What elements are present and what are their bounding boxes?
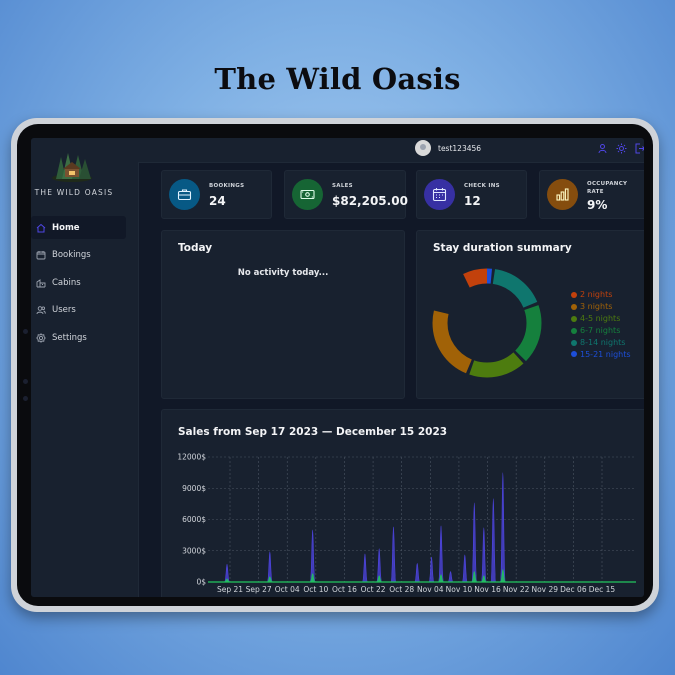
today-title: Today: [178, 242, 213, 254]
sales-area-peak: [362, 553, 368, 583]
y-tick-label: 6000$: [182, 515, 206, 524]
logo-text: THE WILD OASIS: [34, 188, 114, 197]
home-icon: [36, 223, 46, 232]
sidebar-item-bookings[interactable]: Bookings: [31, 244, 138, 267]
sales-area-peak: [390, 526, 397, 583]
top-header: [138, 138, 644, 163]
stat-label: CHECK INS: [464, 183, 500, 189]
stay-duration-donut: [432, 268, 542, 378]
sidebar: THE WILD OASIS Home Bookings Cabins User…: [31, 138, 139, 597]
cabins-icon: [36, 278, 46, 287]
sidebar-item-cabins[interactable]: Cabins: [31, 271, 138, 294]
camera-dot: [23, 396, 28, 401]
sidebar-item-label: Cabins: [52, 277, 81, 288]
legend-item: 15-21 nights: [571, 349, 631, 361]
stat-icon-bg: [424, 179, 455, 210]
no-activity-text: No activity today...: [237, 268, 329, 278]
sales-area-peak: [428, 556, 435, 583]
banknotes-icon: [300, 189, 315, 200]
x-tick-label: Oct 22: [361, 585, 386, 594]
stat-icon-bg: [547, 179, 578, 210]
stat-label: SALES: [332, 183, 353, 189]
stat-sales: SALES $82,205.00: [284, 170, 408, 219]
logo-icon: [52, 153, 92, 182]
x-tick-label: Nov 16: [474, 585, 501, 594]
x-tick-label: Oct 28: [389, 585, 414, 594]
x-tick-label: Nov 29: [531, 585, 558, 594]
stat-occupancy: OCCUPANCY RATE 9%: [539, 170, 644, 219]
sidebar-item-users[interactable]: Users: [31, 299, 138, 322]
y-tick-label: 9000$: [182, 484, 206, 493]
stay-duration-legend: 2 nights 3 nights 4-5 nights 6-7 nights …: [571, 289, 631, 360]
stat-label: BOOKINGS: [209, 183, 245, 189]
page-headline: The Wild Oasis: [214, 62, 461, 96]
x-tick-label: Oct 16: [332, 585, 357, 594]
legend-item: 6-7 nights: [571, 325, 631, 337]
stat-value: 12: [464, 194, 481, 208]
camera-dot: [23, 329, 28, 334]
today-panel: Today No activity today...: [161, 230, 405, 399]
sales-area-peak: [447, 571, 454, 583]
legend-item: 2 nights: [571, 289, 631, 301]
avatar[interactable]: [415, 140, 431, 156]
users-icon: [36, 306, 46, 315]
x-tick-label: Nov 04: [417, 585, 444, 594]
stat-icon-bg: [292, 179, 323, 210]
x-tick-label: Dec 15: [589, 585, 616, 594]
user-icon[interactable]: [597, 143, 608, 154]
sales-area-peak: [490, 498, 497, 583]
sales-area-peak: [480, 527, 487, 583]
camera-dot: [23, 379, 28, 384]
sidebar-item-label: Bookings: [52, 250, 91, 260]
sales-area-peak: [499, 472, 506, 583]
x-tick-label: Oct 04: [275, 585, 300, 594]
sidebar-item-label: Home: [52, 222, 80, 233]
stat-value: $82,205.00: [332, 194, 408, 208]
stat-value: 9%: [587, 198, 608, 212]
sidebar-nav: Home Bookings Cabins Users Settings: [31, 216, 138, 354]
sales-chart-panel: Sales from Sep 17 2023 — December 15 202…: [161, 409, 644, 597]
sales-area-peak: [438, 525, 444, 583]
y-tick-label: 3000$: [182, 546, 206, 555]
x-tick-label: Sep 21: [217, 585, 243, 594]
x-tick-label: Sep 27: [246, 585, 272, 594]
sidebar-item-home[interactable]: Home: [31, 216, 126, 239]
stat-label: OCCUPANCY RATE: [587, 181, 628, 195]
calendar-icon: [36, 251, 46, 260]
x-tick-label: Oct 10: [303, 585, 328, 594]
sales-area-peak: [461, 554, 468, 583]
sidebar-item-label: Users: [52, 305, 76, 315]
briefcase-icon: [177, 189, 192, 201]
sales-area-peak: [471, 502, 478, 583]
stat-bookings: BOOKINGS 24: [161, 170, 272, 219]
sun-icon[interactable]: [616, 143, 627, 154]
stat-check-ins: CHECK INS 12: [416, 170, 527, 219]
stay-duration-title: Stay duration summary: [433, 242, 572, 254]
x-tick-label: Nov 22: [503, 585, 530, 594]
legend-item: 3 nights: [571, 301, 631, 313]
app-screen: THE WILD OASIS Home Bookings Cabins User…: [31, 138, 644, 597]
calendar-days-icon: [432, 188, 447, 202]
sidebar-item-settings[interactable]: Settings: [31, 326, 138, 349]
logout-icon[interactable]: [634, 143, 644, 154]
user-name: test123456: [438, 144, 482, 153]
sidebar-item-label: Settings: [52, 332, 87, 343]
sales-area-peak: [414, 562, 421, 583]
legend-item: 4-5 nights: [571, 313, 631, 325]
chart-bar-icon: [556, 188, 569, 201]
sales-area-chart: 12000$ 9000$ 6000$ 3000$ 0$ Sep 21 Sep 27 Oct 0…: [177, 453, 636, 594]
legend-item: 8-14 nights: [571, 337, 631, 349]
y-tick-label: 0$: [196, 578, 206, 587]
x-tick-label: Nov 10: [446, 585, 473, 594]
settings-icon: [36, 332, 46, 343]
x-tick-label: Dec 06: [560, 585, 587, 594]
y-tick-label: 12000$: [177, 453, 206, 462]
stat-value: 24: [209, 194, 226, 208]
stat-icon-bg: [169, 179, 200, 210]
stay-duration-panel: Stay duration summary 2 nights 3 nights …: [416, 230, 644, 399]
